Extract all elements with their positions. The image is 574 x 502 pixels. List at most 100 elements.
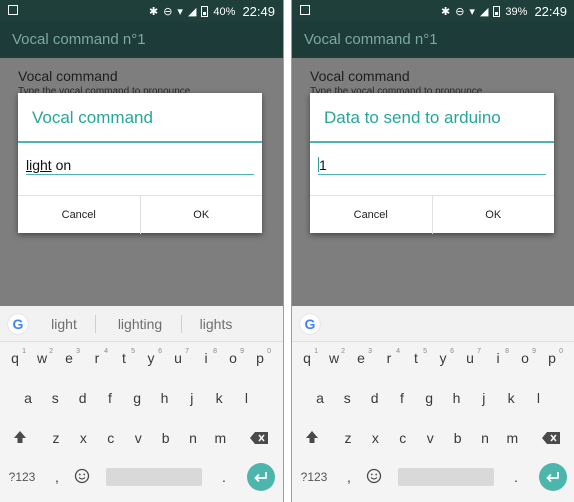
suggestion-2[interactable]: lighting: [99, 306, 181, 342]
key-b[interactable]: b: [155, 426, 177, 450]
shift-icon[interactable]: [12, 429, 28, 445]
shift-icon[interactable]: [304, 429, 320, 445]
cancel-button[interactable]: Cancel: [18, 196, 141, 234]
do-not-disturb-icon: ⊖: [163, 5, 173, 18]
key-comma[interactable]: ,: [338, 465, 360, 489]
key-hint: 9: [532, 348, 536, 355]
key-l[interactable]: l: [235, 386, 257, 410]
suggestion-3[interactable]: lights: [186, 306, 246, 342]
setting-title: Vocal command: [18, 68, 118, 84]
key-r[interactable]: r4: [378, 346, 400, 370]
key-s[interactable]: s: [44, 386, 66, 410]
backspace-icon[interactable]: [249, 431, 269, 445]
space-bar[interactable]: [398, 468, 494, 486]
key-f[interactable]: f: [99, 386, 121, 410]
key-b[interactable]: b: [447, 426, 469, 450]
key-k[interactable]: k: [208, 386, 230, 410]
suggestion-1[interactable]: light: [36, 306, 92, 342]
enter-icon[interactable]: [539, 463, 567, 491]
ok-button[interactable]: OK: [141, 196, 263, 234]
key-d[interactable]: d: [364, 386, 386, 410]
key-n[interactable]: n: [474, 426, 496, 450]
key-j[interactable]: j: [473, 386, 495, 410]
suggestion-divider: [95, 315, 96, 333]
key-e[interactable]: e3: [58, 346, 80, 370]
backspace-icon[interactable]: [541, 431, 561, 445]
key-f[interactable]: f: [391, 386, 413, 410]
key-p[interactable]: p0: [541, 346, 563, 370]
bluetooth-icon: ✱: [440, 5, 451, 18]
key-comma[interactable]: ,: [46, 465, 68, 489]
key-v[interactable]: v: [419, 426, 441, 450]
key-hint: 7: [477, 348, 481, 355]
setting-title: Vocal command: [310, 68, 410, 84]
key-hint: 5: [131, 348, 135, 355]
key-m[interactable]: m: [501, 426, 523, 450]
key-i[interactable]: i8: [487, 346, 509, 370]
key-p[interactable]: p0: [249, 346, 271, 370]
key-x[interactable]: x: [72, 426, 94, 450]
key-c[interactable]: c: [392, 426, 414, 450]
key-e[interactable]: e3: [350, 346, 372, 370]
key-hint: 2: [341, 348, 345, 355]
arduino-data-input[interactable]: 1: [318, 155, 546, 175]
key-s[interactable]: s: [336, 386, 358, 410]
key-c[interactable]: c: [100, 426, 122, 450]
key-u[interactable]: u7: [167, 346, 189, 370]
key-hint: 5: [423, 348, 427, 355]
signal-icon: ◢: [479, 5, 489, 18]
key-h[interactable]: h: [446, 386, 468, 410]
vocal-command-dialog: Vocal command light on Cancel OK: [18, 93, 263, 234]
enter-icon[interactable]: [247, 463, 275, 491]
key-o[interactable]: o9: [222, 346, 244, 370]
key-q[interactable]: q1: [296, 346, 318, 370]
key-hint: 7: [185, 348, 189, 355]
key-z[interactable]: z: [337, 426, 359, 450]
key-i[interactable]: i8: [195, 346, 217, 370]
emoji-icon[interactable]: [74, 468, 90, 484]
ok-button[interactable]: OK: [433, 196, 555, 234]
google-icon[interactable]: G: [8, 314, 28, 334]
clock: 22:49: [534, 4, 567, 19]
key-v[interactable]: v: [127, 426, 149, 450]
key-j[interactable]: j: [181, 386, 203, 410]
google-icon[interactable]: G: [300, 314, 320, 334]
key-hint: 1: [22, 348, 26, 355]
key-z[interactable]: z: [45, 426, 67, 450]
key-y[interactable]: y6: [140, 346, 163, 370]
arduino-data-dialog: Data to send to arduino 1 Cancel OK: [310, 93, 555, 234]
cancel-button[interactable]: Cancel: [310, 196, 433, 234]
key-a[interactable]: a: [17, 386, 39, 410]
key-t[interactable]: t5: [113, 346, 135, 370]
space-bar[interactable]: [106, 468, 202, 486]
key-y[interactable]: y6: [432, 346, 455, 370]
key-n[interactable]: n: [182, 426, 204, 450]
key-m[interactable]: m: [209, 426, 231, 450]
key-g[interactable]: g: [126, 386, 148, 410]
key-r[interactable]: r4: [86, 346, 108, 370]
key-d[interactable]: d: [72, 386, 94, 410]
do-not-disturb-icon: ⊖: [455, 5, 465, 18]
key-a[interactable]: a: [309, 386, 331, 410]
key-t[interactable]: t5: [405, 346, 427, 370]
vocal-command-input[interactable]: light on: [26, 155, 254, 175]
app-bar-title: Vocal command n°1: [292, 22, 574, 58]
keyboard: q 1 w 2 e 3 r 4 t 5 y 6 u 7 i 8 o 9 p 0 a s d f g h j k l z x c v b n m ?123…: [0, 342, 283, 502]
key-u[interactable]: u7: [459, 346, 481, 370]
key-h[interactable]: h: [154, 386, 176, 410]
key-x[interactable]: x: [364, 426, 386, 450]
symbols-key[interactable]: ?123: [298, 465, 330, 489]
key-k[interactable]: k: [500, 386, 522, 410]
symbols-key[interactable]: ?123: [6, 465, 38, 489]
key-q[interactable]: q1: [4, 346, 26, 370]
key-w[interactable]: w2: [323, 346, 345, 370]
key-period[interactable]: .: [213, 465, 235, 489]
emoji-icon[interactable]: [366, 468, 382, 484]
key-w[interactable]: w2: [31, 346, 53, 370]
key-l[interactable]: l: [527, 386, 549, 410]
suggestion-divider: [181, 315, 182, 333]
key-g[interactable]: g: [418, 386, 440, 410]
key-o[interactable]: o9: [514, 346, 536, 370]
key-period[interactable]: .: [505, 465, 527, 489]
input-rest-text: on: [51, 157, 72, 173]
